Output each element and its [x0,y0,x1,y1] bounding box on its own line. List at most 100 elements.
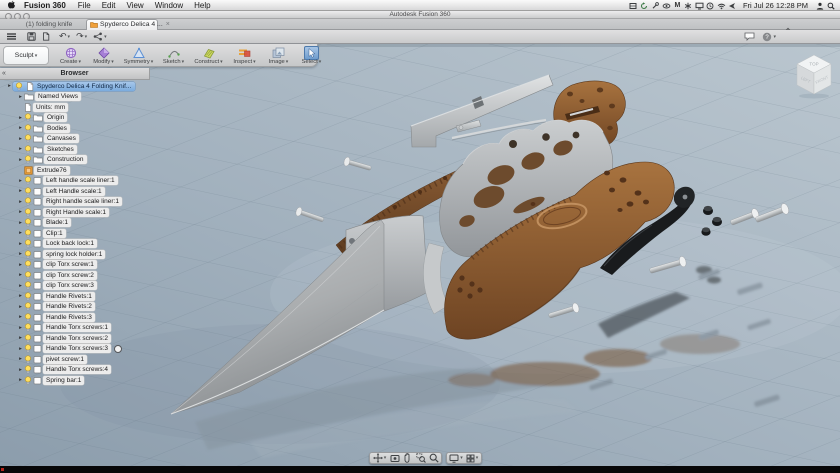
visibility-bulb-icon[interactable] [24,323,32,332]
tab-folding-knife[interactable]: (1) folding knife [14,19,84,29]
visibility-bulb-icon[interactable] [24,376,32,385]
apple-logo-icon[interactable] [7,0,16,10]
browser-item[interactable]: ▸Construction [1,155,159,166]
save-icon[interactable] [27,32,36,41]
visibility-bulb-icon[interactable] [24,229,32,238]
visibility-bulb-icon[interactable] [24,260,32,269]
ribbon-select-button[interactable]: Select▾ [295,44,328,67]
disclosure-triangle-icon[interactable]: ▸ [17,146,24,152]
browser-item[interactable]: ▸Right handle scale liner:1 [1,197,159,208]
visibility-bulb-icon[interactable] [24,197,32,206]
visibility-bulb-icon[interactable] [24,355,32,364]
disclosure-triangle-icon[interactable]: ▸ [17,262,24,268]
app-menu-icon[interactable] [6,32,17,41]
browser-root-item[interactable]: ▸Spyderco Delica 4 Folding Knif... [1,81,159,92]
disclosure-triangle-icon[interactable]: ▸ [17,325,24,331]
browser-item[interactable]: Units: mm [1,102,159,113]
ribbon-image-button[interactable]: Image▾ [262,44,295,67]
disclosure-triangle-icon[interactable]: ▸ [17,377,24,383]
disclosure-triangle-icon[interactable]: ▸ [17,335,24,341]
disclosure-triangle-icon[interactable]: ▸ [6,83,13,89]
help-icon[interactable]: ?▾ [762,32,776,42]
browser-item[interactable]: ▸Bodies [1,123,159,134]
visibility-bulb-icon[interactable] [24,187,32,196]
browser-panel-header[interactable]: « Browser [0,68,150,80]
ribbon-create-button[interactable]: Create▾ [54,44,87,67]
menu-view[interactable]: View [126,1,143,10]
visibility-bulb-icon[interactable] [24,124,32,133]
browser-item[interactable]: ▸Origin [1,113,159,124]
browser-item[interactable]: ▸Blade:1 [1,218,159,229]
share-icon[interactable]: ▾ [93,32,107,41]
ribbon-inspect-button[interactable]: Inspect▾ [227,44,262,67]
browser-item[interactable]: ▸Handle Rivets:3 [1,312,159,323]
pan-button[interactable] [401,453,414,463]
mode-tab-sculpt[interactable]: Sculpt▾ [3,46,49,65]
browser-item[interactable]: ▸Handle Torx screws:4 [1,365,159,376]
cursor-icon[interactable] [727,1,738,10]
browser-item[interactable]: ▸Handle Torx screws:1 [1,323,159,334]
disclosure-triangle-icon[interactable]: ▸ [17,367,24,373]
eye-icon[interactable] [661,1,672,10]
disclosure-triangle-icon[interactable]: ▸ [17,199,24,205]
visibility-bulb-icon[interactable] [24,344,32,353]
visibility-bulb-icon[interactable] [24,292,32,301]
disclosure-triangle-icon[interactable]: ▸ [17,94,24,100]
browser-item[interactable]: ▸Handle Rivets:1 [1,291,159,302]
wifi-icon[interactable] [716,1,727,10]
disclosure-triangle-icon[interactable]: ▸ [17,356,24,362]
ribbon-modify-button[interactable]: Modify▾ [87,44,120,67]
browser-item[interactable]: ▸clip Torx screw:2 [1,270,159,281]
disclosure-triangle-icon[interactable]: ▸ [17,293,24,299]
zoom-button[interactable] [427,453,440,463]
visibility-bulb-icon[interactable] [24,281,32,290]
dropdown-arrow-icon[interactable]: ▾ [104,34,107,40]
window-title-bar[interactable]: Autodesk Fusion 360 [0,11,840,19]
browser-item[interactable]: ▸Lock back lock:1 [1,239,159,250]
visibility-bulb-icon[interactable] [24,218,32,227]
browser-item[interactable]: Extrude76 [1,165,159,176]
disclosure-triangle-icon[interactable]: ▸ [17,304,24,310]
tab-close-icon[interactable]: × [166,21,170,28]
disclosure-triangle-icon[interactable]: ▸ [17,188,24,194]
browser-item[interactable]: ▸spring lock holder:1 [1,249,159,260]
fan-icon[interactable] [683,1,694,10]
wrench-icon[interactable] [650,1,661,10]
browser-item[interactable]: ▸clip Torx screw:1 [1,260,159,271]
visibility-bulb-icon[interactable] [15,82,23,91]
visibility-bulb-icon[interactable] [24,313,32,322]
redo-icon[interactable]: ↷▾ [76,32,87,41]
disclosure-triangle-icon[interactable]: ▸ [17,230,24,236]
browser-item[interactable]: ▸Sketches [1,144,159,155]
disclosure-triangle-icon[interactable]: ▸ [17,251,24,257]
visibility-bulb-icon[interactable] [24,208,32,217]
user-icon[interactable] [814,1,825,10]
display-settings-button[interactable]: ▾ [448,453,464,463]
sync-icon[interactable] [639,1,650,10]
visibility-bulb-icon[interactable] [24,155,32,164]
menu-window[interactable]: Window [155,1,183,10]
disclosure-triangle-icon[interactable]: ▸ [17,209,24,215]
disclosure-triangle-icon[interactable]: ▸ [17,178,24,184]
dropdown-arrow-icon[interactable]: ▾ [773,34,776,40]
visibility-bulb-icon[interactable] [24,302,32,311]
browser-item[interactable]: ▸Handle Torx screws:2 [1,333,159,344]
browser-item[interactable]: ▸Named Views [1,92,159,103]
visibility-bulb-icon[interactable] [24,145,32,154]
visibility-bulb-icon[interactable] [24,334,32,343]
disclosure-triangle-icon[interactable]: ▸ [17,346,24,352]
menu-bar-clock[interactable]: Fri Jul 26 12:28 PM [743,1,808,10]
disclosure-triangle-icon[interactable]: ▸ [17,241,24,247]
tab-spyderco-delica[interactable]: Spyderco Delica 4 ... × [86,19,158,30]
browser-item[interactable]: ▸Left Handle scale:1 [1,186,159,197]
zoom-window-button[interactable] [414,453,427,463]
comment-icon[interactable] [744,28,755,46]
disclosure-triangle-icon[interactable]: ▸ [17,220,24,226]
disclosure-triangle-icon[interactable]: ▸ [17,125,24,131]
visibility-bulb-icon[interactable] [24,250,32,259]
ribbon-construct-button[interactable]: Construct▾ [190,44,227,67]
visibility-bulb-icon[interactable] [24,134,32,143]
menu-app-name[interactable]: Fusion 360 [24,1,66,10]
undo-icon[interactable]: ↶▾ [59,32,70,41]
visibility-bulb-icon[interactable] [24,176,32,185]
